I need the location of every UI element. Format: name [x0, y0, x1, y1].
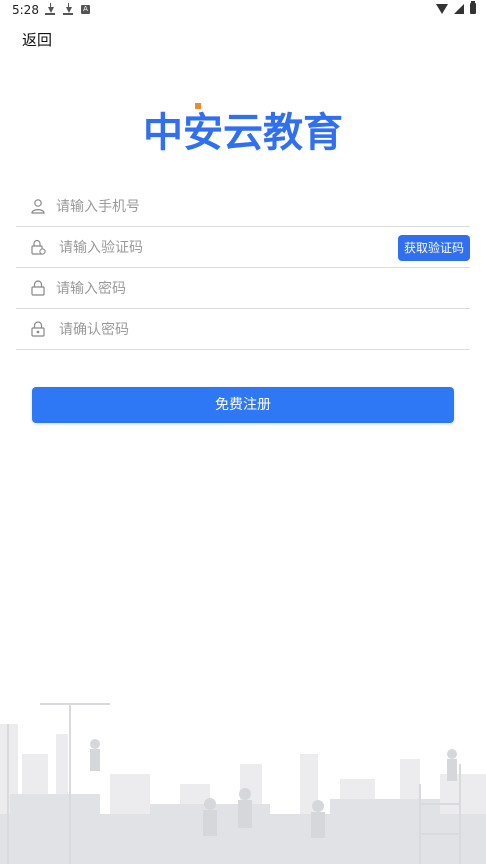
password-input[interactable] — [54, 274, 398, 304]
status-time: 5:28 — [12, 3, 39, 17]
brand-logo: 中安云教育 — [0, 100, 486, 160]
system-icons — [436, 1, 476, 14]
logo-accent-square — [195, 103, 201, 109]
confirm-password-field-row — [16, 309, 470, 350]
register-button[interactable]: 免费注册 — [32, 387, 454, 423]
back-button[interactable]: 返回 — [22, 29, 52, 50]
lock-check-icon — [31, 239, 46, 255]
user-icon — [31, 199, 45, 214]
wifi-icon — [436, 3, 448, 14]
status-bar: 5:28 A — [0, 0, 486, 22]
signal-icon — [454, 3, 464, 14]
download-icon — [62, 3, 74, 17]
password-field-row — [16, 268, 470, 309]
construction-skyline-illustration — [0, 703, 486, 864]
lock-confirm-icon — [31, 321, 45, 337]
logo-text: 中安云教育 — [143, 110, 343, 156]
confirm-password-input[interactable] — [57, 315, 401, 345]
brand-logo-graphic: 中安云教育 — [143, 103, 343, 156]
lock-icon — [31, 280, 45, 296]
get-code-button[interactable]: 获取验证码 — [397, 235, 470, 261]
battery-icon — [470, 1, 476, 14]
download-icon — [44, 3, 56, 17]
app-a-icon: A — [80, 3, 92, 17]
phone-field-row — [16, 186, 470, 227]
verification-code-input[interactable] — [57, 233, 401, 263]
code-field-row: 获取验证码 — [16, 227, 470, 268]
phone-input[interactable] — [54, 192, 398, 222]
register-form: 获取验证码 — [16, 186, 470, 350]
notification-icons: A — [44, 3, 92, 17]
